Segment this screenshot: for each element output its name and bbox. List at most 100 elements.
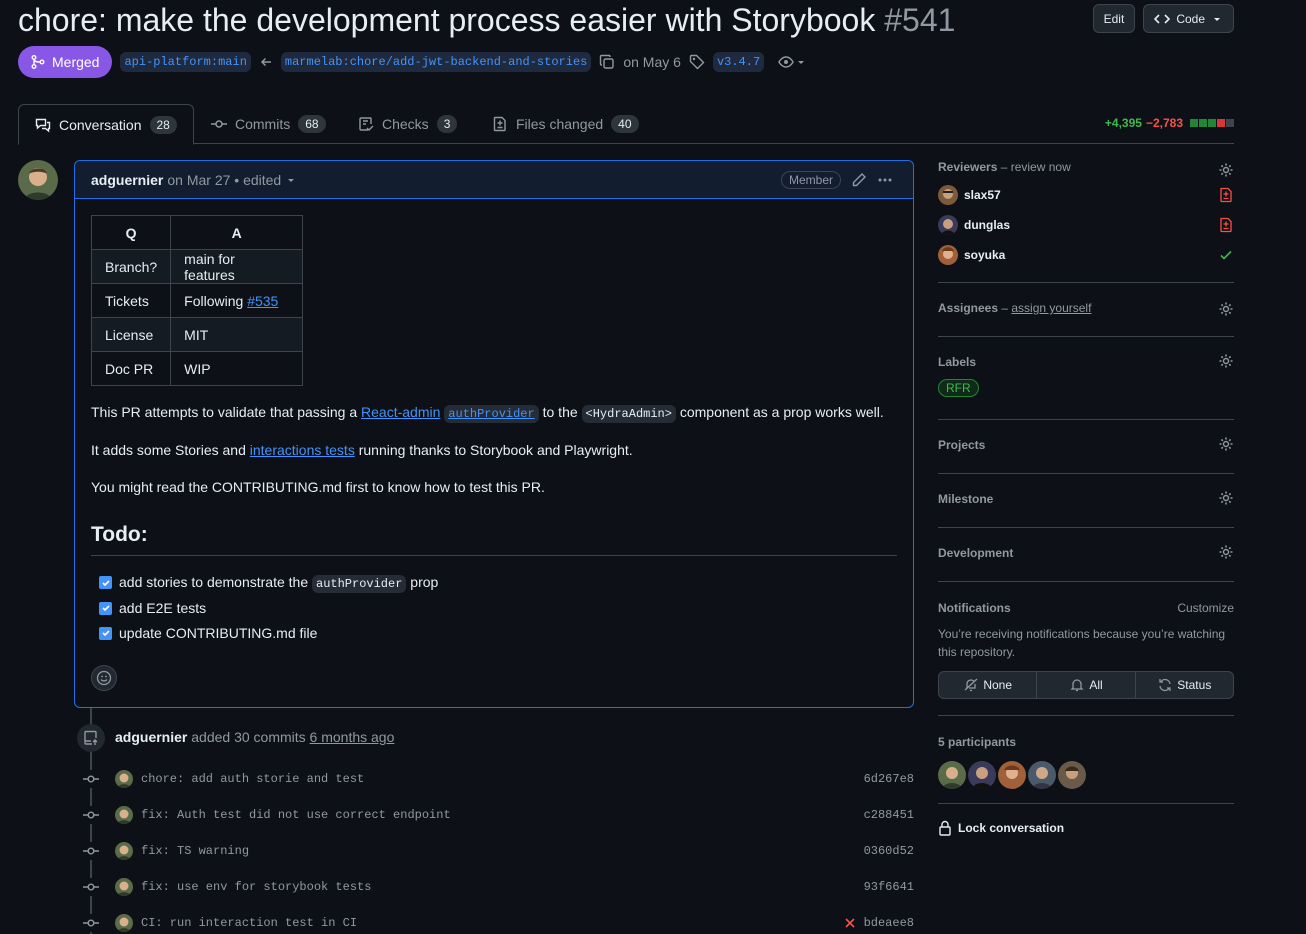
commit-message[interactable]: fix: use env for storybook tests [141, 880, 371, 894]
code-icon [1154, 13, 1171, 24]
react-admin-link[interactable]: React-admin [361, 404, 440, 420]
edit-button[interactable]: Edit [1092, 4, 1136, 33]
lock-conversation-button[interactable]: Lock conversation [938, 820, 1234, 836]
git-commit-icon [82, 914, 100, 932]
caret-down-icon[interactable] [285, 174, 297, 186]
timeline-badge [77, 724, 105, 752]
status-option-button[interactable]: Status [1136, 672, 1233, 698]
checklist-icon [359, 117, 374, 131]
file-diff-icon [493, 116, 506, 132]
avatar[interactable] [938, 761, 966, 789]
kebab-horizontal-icon[interactable] [877, 172, 893, 188]
x-failed-icon[interactable] [844, 917, 856, 929]
git-merge-icon [31, 55, 45, 69]
avatar[interactable] [115, 914, 133, 932]
avatar[interactable] [115, 806, 133, 824]
base-branch[interactable]: api-platform:main [120, 52, 251, 72]
participants-avatars [938, 761, 1234, 789]
text: prop [406, 574, 439, 590]
pencil-icon[interactable] [851, 172, 867, 188]
checkbox[interactable] [99, 601, 112, 615]
development-section: Development [938, 528, 1234, 582]
code-button[interactable]: Code [1143, 4, 1234, 33]
interactions-tests-link[interactable]: interactions tests [250, 442, 355, 458]
gear-icon[interactable] [1218, 490, 1234, 506]
avatar[interactable] [18, 160, 58, 200]
event-author[interactable]: adguernier [115, 729, 187, 745]
commit-sha[interactable]: 6d267e8 [864, 772, 914, 786]
commit-message[interactable]: fix: Auth test did not use correct endpo… [141, 808, 451, 822]
reviewers-section: Reviewers – review now slax57 dunglas so… [938, 160, 1234, 283]
sync-icon [1159, 678, 1171, 692]
avatar[interactable] [1028, 761, 1056, 789]
paragraph: It adds some Stories and interactions te… [91, 442, 633, 458]
avatar[interactable] [115, 770, 133, 788]
gear-icon[interactable] [1218, 436, 1234, 452]
gear-icon[interactable] [1218, 544, 1234, 560]
authprovider-link[interactable]: authProvider [444, 405, 539, 423]
timeline-event: adguernier added 30 commits 6 months ago [115, 729, 394, 745]
commit-sha[interactable]: bdeaee8 [864, 916, 914, 930]
gear-icon[interactable] [1218, 353, 1234, 369]
tab-checks[interactable]: Checks 3 [342, 104, 473, 144]
none-option-button[interactable]: None [939, 672, 1038, 698]
smiley-icon [96, 670, 112, 686]
commit-message[interactable]: fix: TS warning [141, 844, 249, 858]
commit-sha[interactable]: 93f6641 [864, 880, 914, 894]
option-label: None [983, 678, 1012, 692]
label-badge[interactable]: RFR [938, 379, 979, 397]
reviewer-item[interactable]: dunglas [938, 210, 1234, 240]
avatar[interactable] [968, 761, 996, 789]
notifications-text: You’re receiving notifications because y… [938, 627, 1226, 659]
commit-message[interactable]: CI: run interaction test in CI [141, 916, 357, 930]
milestone-section: Milestone [938, 474, 1234, 528]
text: Reviewers [938, 160, 998, 174]
avatar[interactable] [998, 761, 1026, 789]
reviewer-name: dunglas [964, 218, 1011, 232]
comment-author[interactable]: adguernier [91, 172, 163, 188]
diffstat: +4,395 −2,783 [1105, 116, 1234, 130]
git-commit-icon [82, 842, 100, 860]
gear-icon[interactable] [1218, 162, 1234, 178]
all-option-button[interactable]: All [1037, 672, 1136, 698]
commit-message[interactable]: chore: add auth storie and test [141, 772, 364, 786]
copy-icon[interactable] [599, 54, 615, 70]
tab-commits[interactable]: Commits 68 [195, 104, 342, 144]
issue-link[interactable]: #535 [247, 293, 278, 309]
text: Assignees [938, 301, 999, 315]
reviewer-item[interactable]: slax57 [938, 180, 1234, 210]
avatar[interactable] [1058, 761, 1086, 789]
text: This PR attempts to validate that passin… [91, 404, 362, 420]
commit-sha[interactable]: 0360d52 [864, 844, 914, 858]
check-icon [101, 605, 110, 612]
reviewer-name: soyuka [964, 248, 1006, 262]
inline-code: authProvider [312, 575, 407, 593]
sidebar: Reviewers – review now slax57 dunglas so… [938, 160, 1234, 836]
event-time[interactable]: 6 months ago [310, 729, 395, 745]
avatar[interactable] [115, 842, 133, 860]
task-item: add E2E tests [99, 600, 206, 616]
reviewer-item[interactable]: soyuka [938, 240, 1234, 270]
tab-conversation[interactable]: Conversation 28 [18, 104, 194, 145]
text: – [998, 301, 1012, 315]
task-item: update CONTRIBUTING.md file [99, 625, 317, 641]
customize-link[interactable]: Customize [1177, 601, 1234, 615]
additions-count: +4,395 [1104, 116, 1142, 130]
deletions-count: −2,783 [1145, 116, 1183, 130]
checkbox[interactable] [99, 626, 112, 640]
add-reaction-button[interactable] [91, 665, 117, 691]
avatar[interactable] [115, 878, 133, 896]
gear-icon[interactable] [1218, 301, 1234, 317]
table-row: License MIT [90, 317, 304, 352]
checkbox[interactable] [99, 576, 112, 589]
commit-sha[interactable]: c288451 [864, 808, 914, 822]
table-cell-text: Following [184, 292, 248, 309]
caret-down-icon[interactable] [796, 57, 806, 67]
head-branch[interactable]: marmelab:chore/add-jwt-backend-and-stori… [280, 52, 592, 72]
assign-yourself-link[interactable]: assign yourself [1011, 301, 1091, 315]
release-tag[interactable]: v3.4.7 [712, 52, 765, 72]
git-commit-icon [211, 120, 227, 128]
comment-meta[interactable]: on Mar 27 • edited [167, 172, 281, 188]
tab-files-changed[interactable]: Files changed 40 [476, 104, 655, 144]
eye-icon[interactable] [778, 54, 794, 70]
